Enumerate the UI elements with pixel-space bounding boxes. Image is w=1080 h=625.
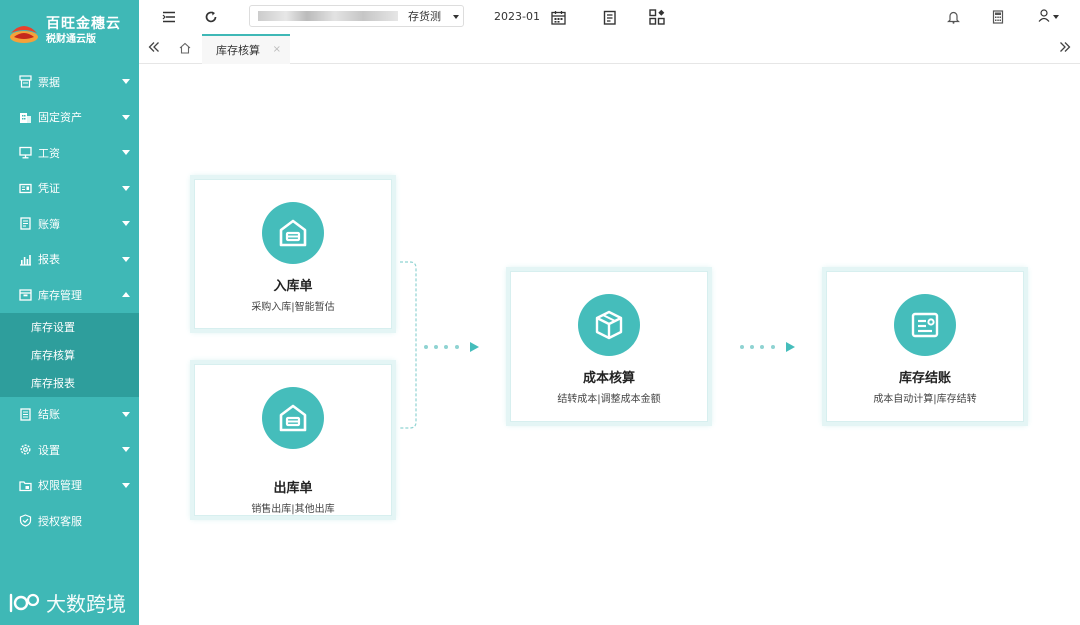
chevron-down-icon (122, 221, 130, 226)
chevron-down-icon (122, 482, 130, 488)
warehouse-icon (262, 202, 324, 264)
sidebar-item-label: 凭证 (38, 182, 60, 196)
watermark-text: 大数跨境 (46, 592, 126, 616)
card-subtitle: 结转成本|调整成本金额 (557, 394, 661, 405)
logo-icon (8, 19, 40, 45)
menu-collapse-icon[interactable] (160, 8, 178, 26)
card-inventory-closing[interactable]: 库存结账 成本自动计算|库存结转 (826, 271, 1024, 422)
card-title: 库存结账 (898, 371, 951, 386)
card-title: 成本核算 (582, 371, 635, 386)
sidebar-item-closing[interactable]: 结账 (0, 397, 139, 433)
apps-grid-icon[interactable] (648, 8, 666, 26)
home-icon[interactable] (179, 42, 191, 57)
tab-label: 库存核算 (216, 44, 260, 57)
card-title: 入库单 (273, 279, 313, 294)
notes-icon[interactable] (601, 8, 619, 26)
tab-inventory-accounting[interactable]: 库存核算 × (202, 34, 290, 64)
card-subtitle: 销售出库|其他出库 (251, 504, 335, 515)
chevron-down-icon (1052, 15, 1059, 19)
sidebar-item-label: 账簿 (38, 217, 60, 231)
sidebar-item-label: 票据 (38, 75, 60, 89)
user-icon (1038, 9, 1050, 25)
period-display[interactable]: 2023-01 (494, 10, 540, 23)
sidebar-item-label: 权限管理 (38, 479, 82, 493)
app-logo[interactable]: 百旺金穗云 税财通云版 (0, 0, 139, 64)
document-icon (894, 294, 956, 356)
company-selector[interactable]: 存货测 (249, 5, 464, 27)
app-subtitle: 税财通云版 (46, 34, 96, 45)
box-icon (578, 294, 640, 356)
voucher-icon (19, 182, 32, 195)
calculator-icon[interactable] (989, 8, 1007, 26)
chevron-down-icon (453, 15, 459, 19)
sidebar-item-label: 报表 (38, 253, 60, 267)
refresh-icon[interactable] (202, 8, 220, 26)
notification-bell-icon[interactable] (944, 8, 962, 26)
company-name-redacted (258, 11, 398, 21)
chevron-down-icon (122, 411, 130, 417)
monitor-icon (19, 146, 32, 159)
sidebar-item-label: 结账 (38, 408, 60, 422)
chevron-down-icon (122, 150, 130, 155)
chevron-down-icon (122, 256, 130, 262)
merge-connector (400, 261, 479, 429)
sidebar-item-label: 授权客服 (38, 514, 82, 528)
watermark: 大数跨境 (8, 588, 126, 617)
sidebar-item-label: 固定资产 (38, 111, 82, 125)
sidebar-item-salary[interactable]: 工资 (0, 135, 139, 171)
sidebar-item-support[interactable]: 授权客服 (0, 503, 139, 539)
submenu-item-inventory-accounting[interactable]: 库存核算 (0, 341, 139, 369)
sidebar-item-settings[interactable]: 设置 (0, 432, 139, 468)
sidebar-menu: 票据 固定资产 工资 凭证 账簿 报表 库存管理 (0, 64, 139, 313)
sidebar-item-receipts[interactable]: 票据 (0, 64, 139, 100)
checkout-icon (19, 408, 32, 421)
card-subtitle: 采购入库|智能暂估 (251, 302, 335, 313)
sidebar-item-reports[interactable]: 报表 (0, 242, 139, 278)
tabs-scroll-left-icon[interactable] (148, 41, 160, 57)
folder-lock-icon (19, 479, 32, 492)
calendar-icon[interactable] (549, 8, 567, 26)
submenu-item-inventory-settings[interactable]: 库存设置 (0, 313, 139, 341)
sidebar: 百旺金穗云 税财通云版 票据 固定资产 工资 凭证 账簿 报表 库存管理 库存设… (0, 0, 139, 625)
tabs-scroll-right-icon[interactable] (1059, 41, 1071, 57)
sidebar-item-ledger[interactable]: 账簿 (0, 206, 139, 242)
card-title: 出库单 (273, 481, 313, 496)
flow-arrow-connector (740, 342, 795, 352)
bar-chart-icon (19, 253, 32, 266)
chevron-down-icon (122, 447, 130, 452)
sidebar-item-label: 设置 (38, 443, 60, 457)
sidebar-item-label: 工资 (38, 146, 60, 160)
inventory-submenu: 库存设置 库存核算 库存报表 (0, 312, 139, 397)
warehouse-icon (262, 387, 324, 449)
close-icon[interactable]: × (273, 44, 281, 55)
card-cost-accounting[interactable]: 成本核算 结转成本|调整成本金额 (510, 271, 708, 422)
building-icon (19, 111, 32, 124)
ledger-icon (19, 217, 32, 230)
user-menu[interactable] (1035, 8, 1061, 26)
gear-icon (19, 443, 32, 456)
chevron-down-icon (122, 114, 130, 120)
sidebar-item-inventory[interactable]: 库存管理 (0, 277, 139, 313)
top-bar: 存货测 2023-01 (139, 0, 1080, 34)
inventory-icon (19, 288, 32, 301)
chevron-down-icon (122, 79, 130, 84)
chevron-down-icon (122, 185, 130, 191)
sidebar-menu-lower: 结账 设置 权限管理 授权客服 (0, 397, 139, 539)
receipt-icon (19, 75, 32, 88)
sidebar-item-fixed-assets[interactable]: 固定资产 (0, 100, 139, 136)
card-subtitle: 成本自动计算|库存结转 (873, 394, 977, 405)
sidebar-item-permissions[interactable]: 权限管理 (0, 468, 139, 504)
sidebar-item-label: 库存管理 (38, 288, 82, 302)
watermark-logo-icon (8, 591, 42, 615)
card-stock-in[interactable]: 入库单 采购入库|智能暂估 (194, 179, 392, 329)
card-stock-out[interactable]: 出库单 销售出库|其他出库 (194, 364, 392, 516)
company-selector-value: 存货测 (408, 10, 441, 23)
submenu-item-inventory-reports[interactable]: 库存报表 (0, 369, 139, 397)
tabs-bar: 库存核算 × (139, 34, 1080, 64)
shield-check-icon (19, 514, 32, 527)
sidebar-item-voucher[interactable]: 凭证 (0, 171, 139, 207)
app-title: 百旺金穗云 (46, 16, 121, 32)
chevron-up-icon (122, 292, 130, 297)
